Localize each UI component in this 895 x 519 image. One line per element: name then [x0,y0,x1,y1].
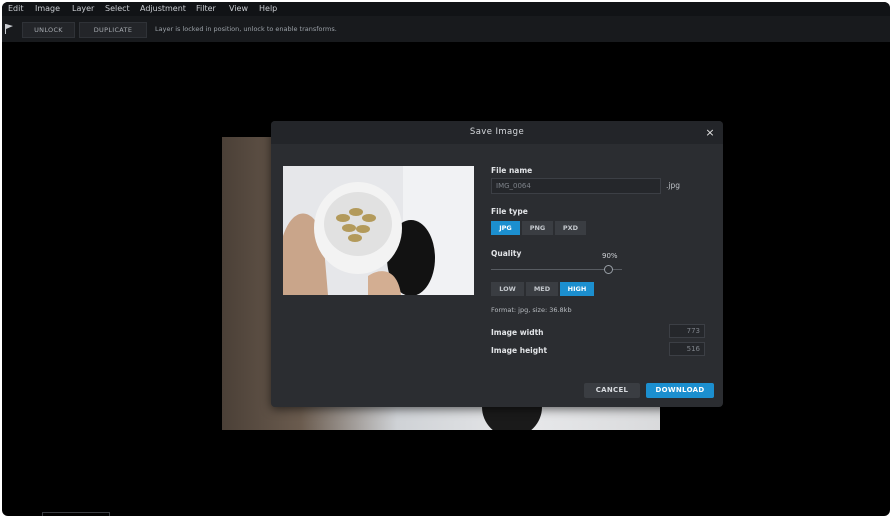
file-type-png[interactable]: PNG [522,221,553,235]
menu-filter[interactable]: Filter [196,2,216,16]
quality-med[interactable]: MED [526,282,558,296]
format-info: Format: jpg, size: 36.8kb [491,306,572,314]
save-image-dialog: Save Image × File name IMG_0064 .jpg Fil… [271,121,723,407]
image-preview [283,166,474,295]
file-name-input[interactable]: IMG_0064 [491,178,661,194]
cancel-button[interactable]: CANCEL [584,383,640,398]
menu-layer[interactable]: Layer [72,2,94,16]
file-name-label: File name [491,166,533,175]
image-height-input[interactable]: 516 [669,342,705,356]
image-width-label: Image width [491,328,544,337]
image-height-label: Image height [491,346,548,355]
dialog-header: Save Image × [271,121,723,144]
duplicate-button[interactable]: DUPLICATE [79,22,147,38]
file-extension: .jpg [666,181,680,190]
quality-low[interactable]: LOW [491,282,524,296]
dialog-title: Save Image [469,127,525,137]
preview-photo [283,166,474,295]
menu-adjustment[interactable]: Adjustment [140,2,186,16]
file-type-pxd[interactable]: PXD [555,221,586,235]
menu-help[interactable]: Help [259,2,277,16]
quality-slider-handle[interactable] [604,265,614,274]
download-button[interactable]: DOWNLOAD [646,383,714,398]
menu-select[interactable]: Select [105,2,130,16]
file-type-label: File type [491,207,528,216]
bottom-panel-tab[interactable] [42,512,110,516]
quality-label: Quality [491,249,522,258]
lock-message: Layer is locked in position, unlock to e… [155,25,337,33]
flag-icon [5,24,13,34]
menu-view[interactable]: View [229,2,248,16]
image-width-input[interactable]: 773 [669,324,705,338]
file-type-jpg[interactable]: JPG [491,221,520,235]
unlock-button[interactable]: UNLOCK [22,22,75,38]
app-window: Edit Image Layer Select Adjustment Filte… [2,2,890,516]
menu-edit[interactable]: Edit [8,2,24,16]
quality-slider-track[interactable] [491,269,622,270]
toolbar: UNLOCK DUPLICATE Layer is locked in posi… [2,16,890,42]
menu-bar: Edit Image Layer Select Adjustment Filte… [2,2,890,16]
menu-image[interactable]: Image [35,2,60,16]
close-icon[interactable]: × [705,121,715,144]
quality-high[interactable]: HIGH [560,282,594,296]
quality-value: 90% [602,252,618,260]
